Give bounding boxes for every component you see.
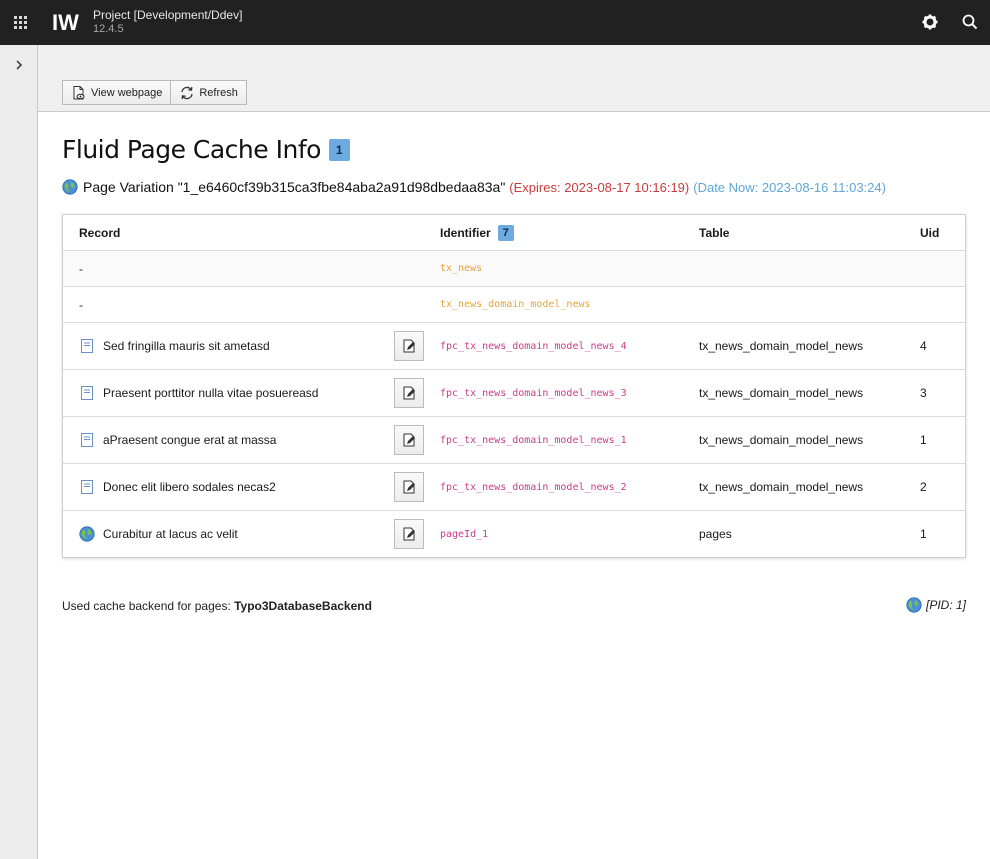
variation-label: Page Variation "1_e6460cf39b315ca3fbe84a… (83, 179, 506, 195)
header-identifier-label: Identifier (440, 225, 491, 240)
view-webpage-button[interactable]: View webpage (62, 80, 172, 105)
page-title: Fluid Page Cache Info (62, 135, 321, 164)
page-id-info: [PID: 1] (906, 597, 966, 613)
table-cell: tx_news_domain_model_news (699, 386, 864, 400)
site-name[interactable]: Project [Development/Ddev] (93, 8, 242, 22)
edit-cell (394, 511, 424, 557)
record-cell: Donec elit libero sodales necas2 (79, 464, 276, 510)
edit-record-button[interactable] (394, 378, 424, 408)
page-variation: Page Variation "1_e6460cf39b315ca3fbe84a… (62, 179, 886, 195)
identifier-cell: tx_news_domain_model_news (440, 299, 591, 310)
header-record: Record (79, 225, 121, 240)
module-menu (0, 45, 38, 859)
edit-record-button[interactable] (394, 519, 424, 549)
edit-record-button[interactable] (394, 472, 424, 502)
title-count-badge: 1 (328, 138, 350, 161)
uid-cell: 1 (920, 433, 927, 447)
edit-icon (403, 527, 415, 541)
document-icon (81, 480, 93, 494)
table-header-row: Record Identifier 7 Table Uid (63, 215, 965, 250)
page-id-label: [PID: 1] (925, 598, 966, 612)
table-row: - tx_news (63, 250, 965, 286)
uid-cell: 4 (920, 339, 927, 353)
edit-cell (394, 323, 424, 369)
expires-text: (Expires: 2023-08-17 10:16:19) (509, 179, 690, 195)
edit-cell (394, 464, 424, 510)
view-webpage-label: View webpage (91, 86, 163, 99)
identifier-cell: fpc_tx_news_domain_model_news_2 (440, 481, 627, 493)
site-version: 12.4.5 (93, 23, 124, 35)
title-row: Fluid Page Cache Info 1 (62, 135, 350, 164)
document-icon (81, 433, 93, 447)
top-bar: IW Project [Development/Ddev] 12.4.5 (0, 0, 990, 45)
edit-record-button[interactable] (394, 425, 424, 455)
uid-cell: 1 (920, 527, 927, 541)
refresh-button[interactable]: Refresh (171, 80, 247, 105)
edit-icon (403, 480, 415, 494)
refresh-label: Refresh (199, 86, 238, 99)
table-row: Praesent porttitor nulla vitae posuereas… (63, 369, 965, 416)
identifier-count-badge: 7 (497, 224, 514, 241)
identifier-cell: pageId_1 (440, 528, 489, 540)
edit-icon (403, 386, 415, 400)
refresh-icon (181, 86, 194, 99)
edit-cell (394, 417, 424, 463)
record-title[interactable]: Sed fringilla mauris sit ametasd (103, 339, 270, 353)
cache-backend-value: Typo3DatabaseBackend (234, 599, 372, 613)
record-cell: - (79, 261, 83, 276)
record-title[interactable]: Praesent porttitor nulla vitae posuereas… (103, 386, 318, 400)
table-cell: tx_news_domain_model_news (699, 339, 864, 353)
table-cell: pages (699, 527, 732, 541)
record-title[interactable]: Curabitur at lacus ac velit (103, 527, 238, 541)
doc-header: View webpage Refresh (38, 45, 990, 112)
edit-cell (394, 370, 424, 416)
table-row: Curabitur at lacus ac velit pageId_1 pag… (63, 510, 965, 557)
table-row: Sed fringilla mauris sit ametasd fpc_tx_… (63, 322, 965, 369)
table-cell: tx_news_domain_model_news (699, 433, 864, 447)
edit-icon (403, 339, 415, 353)
record-cell: - (79, 297, 83, 312)
globe-icon (906, 597, 922, 613)
search-icon[interactable] (960, 12, 980, 32)
cache-backend-info: Used cache backend for pages: Typo3Datab… (62, 599, 372, 613)
identifier-cell: fpc_tx_news_domain_model_news_1 (440, 434, 627, 446)
table-cell: tx_news_domain_model_news (699, 480, 864, 494)
record-cell: Curabitur at lacus ac velit (79, 511, 238, 557)
record-cell: aPraesent congue erat at massa (79, 417, 276, 463)
header-table: Table (699, 225, 730, 240)
gear-icon[interactable] (920, 12, 940, 32)
apps-grid-icon[interactable] (0, 0, 40, 45)
table-row: Donec elit libero sodales necas2 fpc_tx_… (63, 463, 965, 510)
cache-table: Record Identifier 7 Table Uid - tx_news … (62, 214, 966, 558)
identifier-cell: fpc_tx_news_domain_model_news_3 (440, 387, 627, 399)
globe-icon (79, 526, 95, 542)
record-title[interactable]: Donec elit libero sodales necas2 (103, 480, 276, 494)
typo3-logo[interactable]: IW (52, 11, 84, 33)
header-uid: Uid (920, 225, 940, 240)
chevron-right-icon[interactable] (10, 56, 28, 74)
date-now-text: (Date Now: 2023-08-16 11:03:24) (693, 179, 886, 195)
globe-icon (62, 179, 78, 195)
edit-icon (403, 433, 415, 447)
record-cell: Praesent porttitor nulla vitae posuereas… (79, 370, 318, 416)
header-identifier: Identifier 7 (440, 215, 514, 250)
edit-record-button[interactable] (394, 331, 424, 361)
doc-header-buttons: View webpage Refresh (62, 80, 247, 105)
record-title[interactable]: aPraesent congue erat at massa (103, 433, 276, 447)
record-cell: Sed fringilla mauris sit ametasd (79, 323, 270, 369)
table-row: - tx_news_domain_model_news (63, 286, 965, 322)
view-webpage-icon (73, 85, 85, 99)
table-row: aPraesent congue erat at massa fpc_tx_ne… (63, 416, 965, 463)
document-icon (81, 386, 93, 400)
svg-text:IW: IW (52, 11, 79, 33)
document-icon (81, 339, 93, 353)
uid-cell: 2 (920, 480, 927, 494)
cache-backend-label: Used cache backend for pages: (62, 599, 235, 613)
uid-cell: 3 (920, 386, 927, 400)
identifier-cell: tx_news (440, 263, 483, 274)
identifier-cell: fpc_tx_news_domain_model_news_4 (440, 340, 627, 352)
